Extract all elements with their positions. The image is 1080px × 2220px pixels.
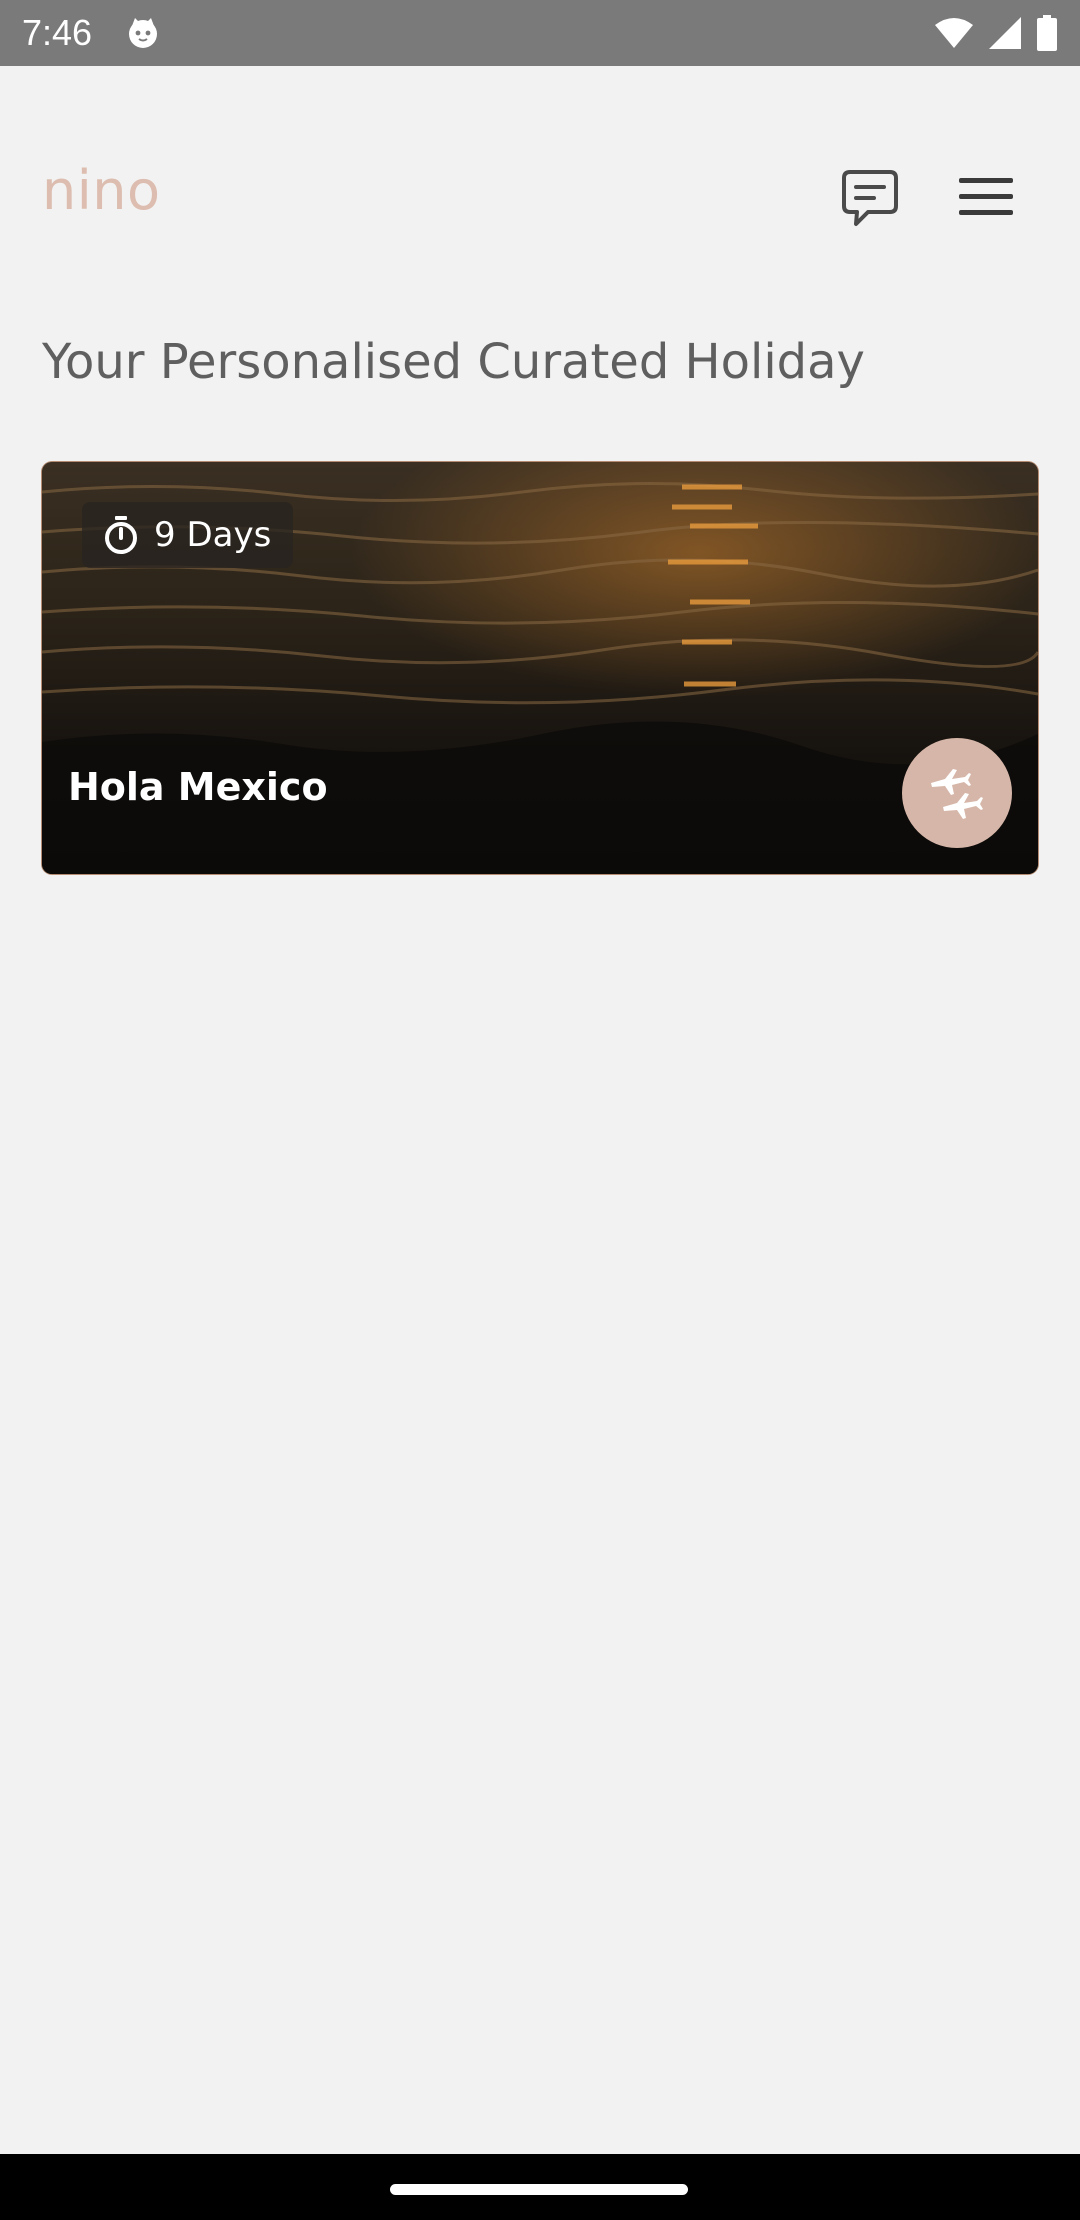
status-icons xyxy=(934,14,1058,52)
flights-button[interactable] xyxy=(902,738,1012,848)
trip-title: Hola Mexico xyxy=(68,765,328,809)
home-indicator[interactable] xyxy=(390,2184,688,2195)
status-time: 7:46 xyxy=(22,12,93,53)
navigation-bar xyxy=(0,2154,1080,2220)
chat-icon xyxy=(842,170,898,226)
cellular-icon xyxy=(989,17,1021,49)
app-logo[interactable]: nino xyxy=(42,160,161,222)
menu-button[interactable] xyxy=(955,170,1017,224)
hamburger-menu-icon xyxy=(959,178,1013,215)
status-bar: 7:46 xyxy=(0,0,1080,66)
duration-text: 9 Days xyxy=(154,515,272,555)
chat-button[interactable] xyxy=(838,166,902,230)
flights-icon xyxy=(931,769,983,819)
battery-icon xyxy=(1037,15,1057,51)
page-title: Your Personalised Curated Holiday xyxy=(42,334,865,390)
trip-card[interactable]: 9 Days Hola Mexico xyxy=(42,462,1038,874)
stopwatch-icon xyxy=(105,516,137,554)
wifi-icon xyxy=(935,18,973,48)
cat-app-icon xyxy=(129,18,157,48)
duration-badge: 9 Days xyxy=(82,502,294,568)
